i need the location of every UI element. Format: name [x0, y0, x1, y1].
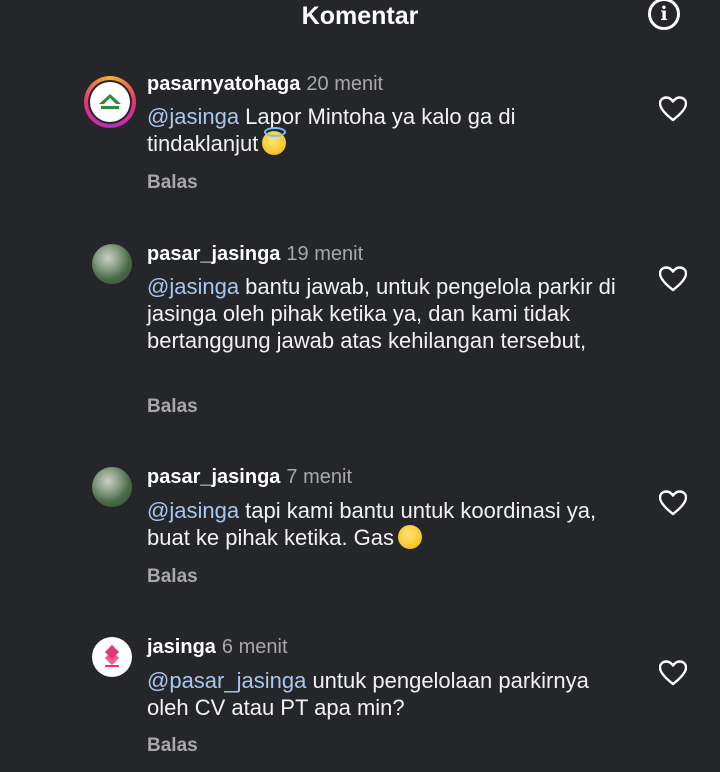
- comment-text: @jasinga bantu jawab, untuk pengelola pa…: [147, 273, 627, 354]
- reply-button[interactable]: Balas: [147, 566, 198, 588]
- comment-text: @pasar_jasinga untuk pengelolaan parkirn…: [147, 667, 627, 721]
- reply-button[interactable]: Balas: [147, 396, 198, 418]
- comments-header: Komentar i: [0, 0, 720, 36]
- comment-text: @jasinga tapi kami bantu untuk koordinas…: [147, 497, 627, 551]
- comment-meta: pasar_jasinga 19 menit: [147, 242, 363, 266]
- reply-button[interactable]: Balas: [147, 735, 198, 757]
- heart-outline-icon[interactable]: [659, 660, 687, 686]
- comment-meta: pasarnyatohaga 20 menit: [147, 72, 383, 96]
- avatar[interactable]: [84, 76, 136, 128]
- comment-time: 20 menit: [306, 73, 384, 95]
- heart-outline-icon[interactable]: [659, 490, 687, 516]
- heart-outline-icon[interactable]: [659, 266, 687, 292]
- comment-username[interactable]: pasar_jasinga: [147, 466, 280, 488]
- market-photo-avatar[interactable]: [92, 467, 132, 507]
- heart-outline-icon[interactable]: [659, 96, 687, 122]
- store-logo-icon: [99, 94, 121, 109]
- comment-time: 19 menit: [286, 243, 364, 265]
- story-ring: [88, 80, 132, 124]
- comment-username[interactable]: pasarnyatohaga: [147, 73, 300, 95]
- comment-text: @jasinga Lapor Mintoha ya kalo ga di tin…: [147, 103, 627, 157]
- jasinga-logo-avatar[interactable]: [92, 637, 132, 677]
- comment-meta: pasar_jasinga 7 menit: [147, 465, 352, 489]
- jasinga-logo-icon: [104, 644, 120, 667]
- comment-username[interactable]: jasinga: [147, 636, 216, 658]
- comment-username[interactable]: pasar_jasinga: [147, 243, 280, 265]
- comment-time: 6 menit: [221, 636, 288, 658]
- mention-link[interactable]: @jasinga: [147, 274, 239, 299]
- market-photo-avatar[interactable]: [92, 244, 132, 284]
- smiling-face-with-halo-icon: [262, 127, 287, 155]
- mention-link[interactable]: @jasinga: [147, 104, 239, 129]
- reply-button[interactable]: Balas: [147, 172, 198, 194]
- mention-link[interactable]: @jasinga: [147, 498, 239, 523]
- store-logo-avatar: [90, 82, 130, 122]
- comment-time: 7 menit: [286, 466, 353, 488]
- smiling-face-icon: [398, 525, 423, 549]
- mention-link[interactable]: @pasar_jasinga: [147, 668, 306, 693]
- comment-meta: jasinga 6 menit: [147, 635, 288, 659]
- page-title: Komentar: [301, 2, 419, 30]
